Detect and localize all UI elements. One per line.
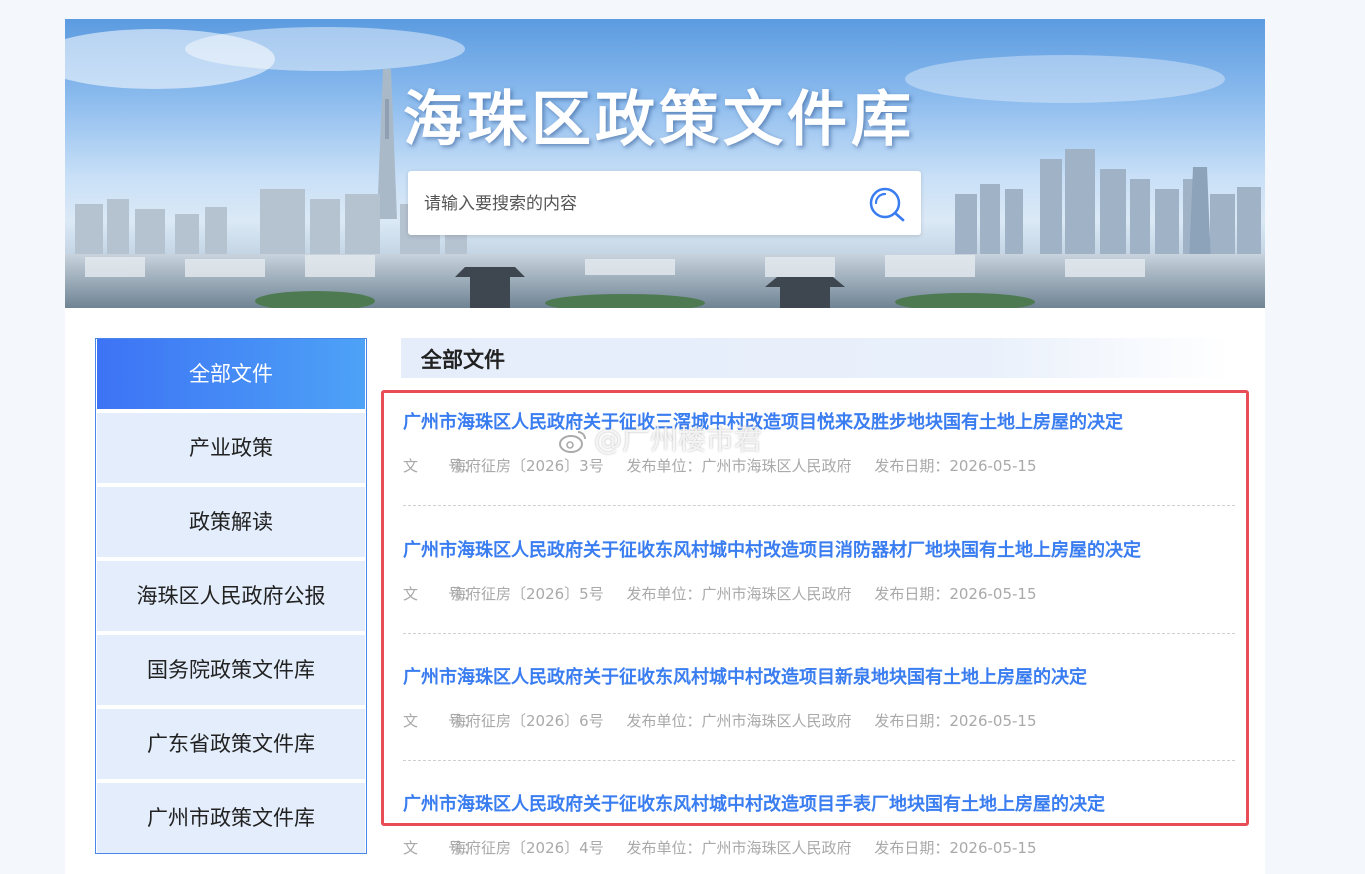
sidebar-item-policy-interpretation[interactable]: 政策解读 xyxy=(97,487,365,557)
document-list: 广州市海珠区人民政府关于征收三滘城中村改造项目悦来及胜步地块国有土地上房屋的决定… xyxy=(403,391,1235,871)
list-item: 广州市海珠区人民政府关于征收东风村城中村改造项目手表厂地块国有土地上房屋的决定 … xyxy=(403,773,1235,874)
list-item: 广州市海珠区人民政府关于征收东风村城中村改造项目新泉地块国有土地上房屋的决定 文… xyxy=(403,646,1235,773)
publish-date: 2026-05-15 xyxy=(949,457,1037,475)
date-label: 发布日期： xyxy=(874,457,950,475)
doc-number-label: 文 号： xyxy=(403,585,479,603)
section-header: 全部文件 xyxy=(401,338,1231,378)
document-meta: 文 号：海府征房〔2026〕4号 发布单位：广州市海珠区人民政府 发布日期：20… xyxy=(403,837,1037,858)
doc-number-label: 文 号： xyxy=(403,457,479,475)
search-box xyxy=(408,171,921,235)
banner-title: 海珠区政策文件库 xyxy=(403,85,915,155)
sidebar-item-state-council-library[interactable]: 国务院政策文件库 xyxy=(97,635,365,705)
search-button[interactable] xyxy=(867,185,907,225)
publisher: 广州市海珠区人民政府 xyxy=(701,457,852,475)
document-meta: 文 号：海府征房〔2026〕5号 发布单位：广州市海珠区人民政府 发布日期：20… xyxy=(403,583,1037,604)
publisher-label: 发布单位： xyxy=(626,712,702,730)
search-icon xyxy=(869,187,905,222)
section-title: 全部文件 xyxy=(421,348,505,372)
publisher: 广州市海珠区人民政府 xyxy=(701,585,852,603)
publisher: 广州市海珠区人民政府 xyxy=(701,712,852,730)
divider xyxy=(403,760,1235,761)
list-item: 广州市海珠区人民政府关于征收东风村城中村改造项目消防器材厂地块国有土地上房屋的决… xyxy=(403,519,1235,646)
publish-date: 2026-05-15 xyxy=(949,585,1037,603)
doc-number-label: 文 号： xyxy=(403,839,479,857)
sidebar-item-industry-policy[interactable]: 产业政策 xyxy=(97,413,365,483)
document-title-link[interactable]: 广州市海珠区人民政府关于征收三滘城中村改造项目悦来及胜步地块国有土地上房屋的决定 xyxy=(403,408,1123,434)
publish-date: 2026-05-15 xyxy=(949,839,1037,857)
document-title-link[interactable]: 广州市海珠区人民政府关于征收东风村城中村改造项目消防器材厂地块国有土地上房屋的决… xyxy=(403,536,1141,562)
sidebar-nav: 全部文件 产业政策 政策解读 海珠区人民政府公报 国务院政策文件库 广东省政策文… xyxy=(95,338,367,854)
date-label: 发布日期： xyxy=(874,712,950,730)
sidebar-item-district-gazette[interactable]: 海珠区人民政府公报 xyxy=(97,561,365,631)
publisher-label: 发布单位： xyxy=(626,457,702,475)
date-label: 发布日期： xyxy=(874,839,950,857)
doc-number: 海府征房〔2026〕6号 xyxy=(451,712,604,730)
doc-number: 海府征房〔2026〕4号 xyxy=(451,839,604,857)
document-meta: 文 号：海府征房〔2026〕3号 发布单位：广州市海珠区人民政府 发布日期：20… xyxy=(403,455,1037,476)
publisher-label: 发布单位： xyxy=(626,839,702,857)
publisher: 广州市海珠区人民政府 xyxy=(701,839,852,857)
divider xyxy=(403,633,1235,634)
search-input[interactable] xyxy=(422,189,846,219)
publish-date: 2026-05-15 xyxy=(949,712,1037,730)
doc-number-label: 文 号： xyxy=(403,712,479,730)
document-meta: 文 号：海府征房〔2026〕6号 发布单位：广州市海珠区人民政府 发布日期：20… xyxy=(403,710,1037,731)
doc-number: 海府征房〔2026〕3号 xyxy=(451,457,604,475)
document-title-link[interactable]: 广州市海珠区人民政府关于征收东风村城中村改造项目手表厂地块国有土地上房屋的决定 xyxy=(403,790,1105,816)
sidebar-item-all-files[interactable]: 全部文件 xyxy=(97,339,365,409)
sidebar-item-guangzhou-library[interactable]: 广州市政策文件库 xyxy=(97,783,365,853)
divider xyxy=(403,505,1235,506)
city-skyline-image xyxy=(65,27,1265,308)
date-label: 发布日期： xyxy=(874,585,950,603)
publisher-label: 发布单位： xyxy=(626,585,702,603)
document-title-link[interactable]: 广州市海珠区人民政府关于征收东风村城中村改造项目新泉地块国有土地上房屋的决定 xyxy=(403,663,1087,689)
sidebar-item-guangdong-library[interactable]: 广东省政策文件库 xyxy=(97,709,365,779)
page-container: 海珠区政策文件库 全部文件 产业政策 政策解读 海珠区人民政府公报 国务院政策文… xyxy=(65,19,1265,874)
doc-number: 海府征房〔2026〕5号 xyxy=(451,585,604,603)
list-item: 广州市海珠区人民政府关于征收三滘城中村改造项目悦来及胜步地块国有土地上房屋的决定… xyxy=(403,391,1235,518)
banner: 海珠区政策文件库 xyxy=(65,19,1265,308)
